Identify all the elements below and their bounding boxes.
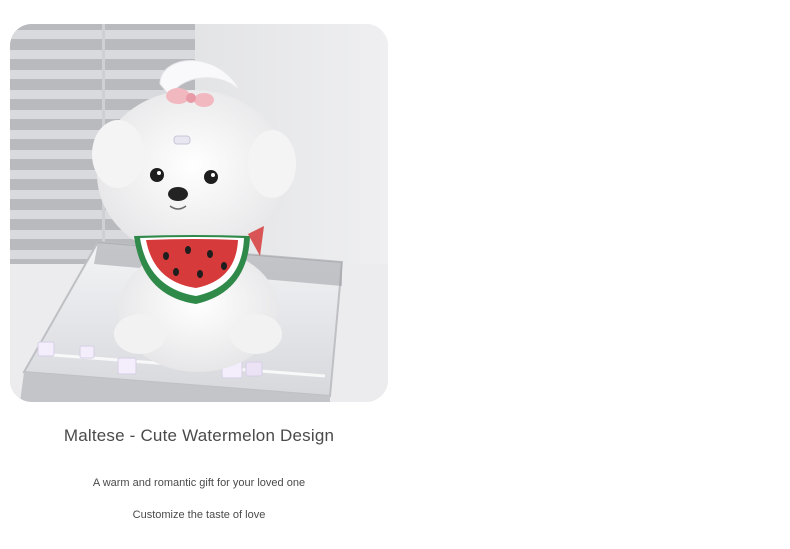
product-card[interactable]: Maltese - Cute Watermelon Design A warm … (0, 0, 400, 549)
product-title: Maltese - Cute Watermelon Design (63, 426, 335, 445)
product-tagline: Customize the taste of love (132, 509, 266, 521)
maltese-plush-photo (10, 24, 388, 402)
product-photo[interactable] (10, 24, 388, 402)
product-description: A warm and romantic gift for your loved … (92, 477, 306, 489)
